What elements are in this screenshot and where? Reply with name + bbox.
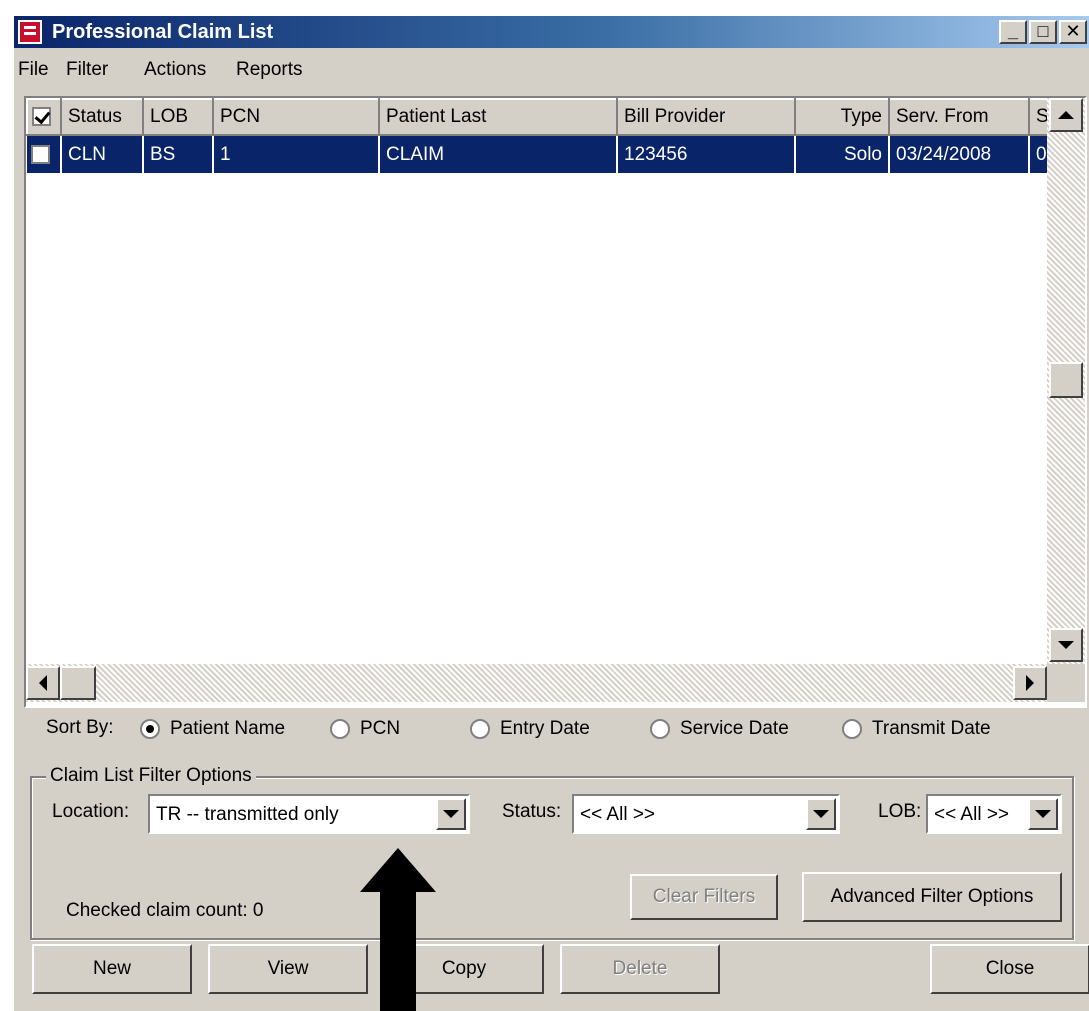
row-checkbox[interactable] bbox=[31, 144, 50, 164]
callout-arrow-shaft bbox=[380, 890, 416, 1011]
sort-option-label: Patient Name bbox=[170, 718, 286, 739]
advanced-filter-button[interactable]: Advanced Filter Options bbox=[802, 872, 1062, 922]
radio-icon bbox=[650, 719, 670, 739]
horizontal-scroll-thumb[interactable] bbox=[60, 666, 96, 700]
menu-bar: File Filter Actions Reports bbox=[14, 56, 1089, 84]
claim-list-window: Professional Claim List _ □ ✕ File Filte… bbox=[12, 14, 1089, 1011]
chevron-down-icon bbox=[1035, 810, 1051, 818]
arrow-right-icon bbox=[1026, 675, 1034, 691]
header-row: Status LOB PCN Patient Last Bill Provide… bbox=[26, 98, 1047, 136]
maximize-button[interactable]: □ bbox=[1029, 20, 1057, 44]
sort-options: Sort By: Patient Name PCN Entry Date Ser… bbox=[46, 714, 1076, 744]
chevron-down-icon bbox=[443, 810, 459, 818]
scroll-left-button[interactable] bbox=[26, 666, 60, 700]
sort-option-label: PCN bbox=[360, 718, 401, 739]
clear-filters-button[interactable]: Clear Filters bbox=[630, 874, 778, 920]
select-all-header[interactable] bbox=[26, 98, 62, 136]
cell-patient-last: CLAIM bbox=[379, 135, 618, 173]
select-all-checkbox[interactable] bbox=[32, 107, 51, 127]
scroll-right-button[interactable] bbox=[1013, 666, 1047, 700]
sort-service-date-radio[interactable]: Service Date bbox=[650, 717, 789, 741]
cell-bill-provider: 123456 bbox=[617, 135, 796, 173]
scroll-down-button[interactable] bbox=[1049, 628, 1083, 662]
col-patient-last[interactable]: Patient Last bbox=[378, 98, 618, 136]
close-window-button[interactable]: ✕ bbox=[1059, 20, 1087, 44]
col-serv-from[interactable]: Serv. From bbox=[888, 98, 1030, 136]
claim-list: Status LOB PCN Patient Last Bill Provide… bbox=[24, 96, 1087, 708]
sort-transmit-date-radio[interactable]: Transmit Date bbox=[842, 717, 991, 741]
col-bill-provider[interactable]: Bill Provider bbox=[616, 98, 796, 136]
col-pcn[interactable]: PCN bbox=[212, 98, 380, 136]
new-button[interactable]: New bbox=[32, 944, 192, 994]
minimize-button[interactable]: _ bbox=[999, 20, 1027, 44]
status-value: << All >> bbox=[580, 804, 656, 825]
view-button[interactable]: View bbox=[208, 944, 368, 994]
cell-status: CLN bbox=[61, 135, 144, 173]
radio-icon bbox=[330, 719, 350, 739]
table-row[interactable]: CLN BS 1 CLAIM 123456 Solo 03/24/2008 0 bbox=[27, 135, 1047, 173]
app-icon bbox=[18, 20, 42, 44]
row-select-cell[interactable] bbox=[27, 135, 62, 173]
status-dropdown-button[interactable] bbox=[806, 798, 836, 830]
close-button[interactable]: Close bbox=[930, 944, 1089, 994]
scroll-up-button[interactable] bbox=[1049, 98, 1083, 132]
menu-file[interactable]: File bbox=[18, 59, 49, 81]
lob-dropdown-button[interactable] bbox=[1028, 798, 1058, 830]
vertical-scrollbar[interactable] bbox=[1047, 98, 1085, 664]
chevron-down-icon bbox=[813, 810, 829, 818]
location-select[interactable]: TR -- transmitted only bbox=[148, 794, 470, 834]
location-dropdown-button[interactable] bbox=[436, 798, 466, 830]
callout-arrow-head bbox=[360, 848, 436, 892]
status-select[interactable]: << All >> bbox=[572, 794, 840, 834]
cell-type: Solo bbox=[795, 135, 890, 173]
sort-patient-name-radio[interactable]: Patient Name bbox=[140, 717, 285, 741]
cell-lob: BS bbox=[143, 135, 214, 173]
title-bar[interactable]: Professional Claim List _ □ ✕ bbox=[14, 16, 1089, 48]
arrow-down-icon bbox=[1058, 641, 1074, 649]
lob-label: LOB: bbox=[878, 801, 922, 822]
delete-button[interactable]: Delete bbox=[560, 944, 720, 994]
radio-icon bbox=[842, 719, 862, 739]
sort-by-label: Sort By: bbox=[46, 717, 114, 738]
menu-actions[interactable]: Actions bbox=[144, 59, 206, 81]
lob-select[interactable]: << All >> bbox=[926, 794, 1062, 834]
sort-option-label: Service Date bbox=[680, 718, 789, 739]
radio-selected-icon bbox=[140, 719, 160, 739]
col-lob[interactable]: LOB bbox=[142, 98, 214, 136]
sort-option-label: Transmit Date bbox=[872, 718, 991, 739]
scroll-corner bbox=[1047, 664, 1085, 702]
col-status[interactable]: Status bbox=[60, 98, 144, 136]
filter-options-legend: Claim List Filter Options bbox=[46, 764, 256, 788]
sort-entry-date-radio[interactable]: Entry Date bbox=[470, 717, 590, 741]
checked-claim-count: Checked claim count: 0 bbox=[66, 900, 264, 921]
col-type[interactable]: Type bbox=[794, 98, 890, 136]
window-controls: _ □ ✕ bbox=[999, 20, 1087, 44]
window-title: Professional Claim List bbox=[52, 21, 274, 43]
status-label: Status: bbox=[502, 801, 562, 822]
menu-filter[interactable]: Filter bbox=[66, 59, 108, 81]
cell-serv-from: 03/24/2008 bbox=[889, 135, 1030, 173]
sort-pcn-radio[interactable]: PCN bbox=[330, 717, 400, 741]
location-value: TR -- transmitted only bbox=[156, 804, 339, 825]
claim-table: Status LOB PCN Patient Last Bill Provide… bbox=[26, 98, 1047, 173]
lob-value: << All >> bbox=[934, 804, 1010, 825]
sort-option-label: Entry Date bbox=[500, 718, 590, 739]
col-s[interactable]: S bbox=[1028, 98, 1047, 136]
cell-s: 0 bbox=[1029, 135, 1047, 173]
horizontal-scrollbar[interactable] bbox=[26, 664, 1047, 702]
arrow-up-icon bbox=[1058, 111, 1074, 119]
arrow-left-icon bbox=[39, 675, 47, 691]
menu-reports[interactable]: Reports bbox=[236, 59, 303, 81]
claim-grid: Status LOB PCN Patient Last Bill Provide… bbox=[26, 98, 1047, 664]
cell-pcn: 1 bbox=[213, 135, 380, 173]
radio-icon bbox=[470, 719, 490, 739]
vertical-scroll-thumb[interactable] bbox=[1049, 362, 1083, 398]
location-label: Location: bbox=[52, 801, 130, 822]
